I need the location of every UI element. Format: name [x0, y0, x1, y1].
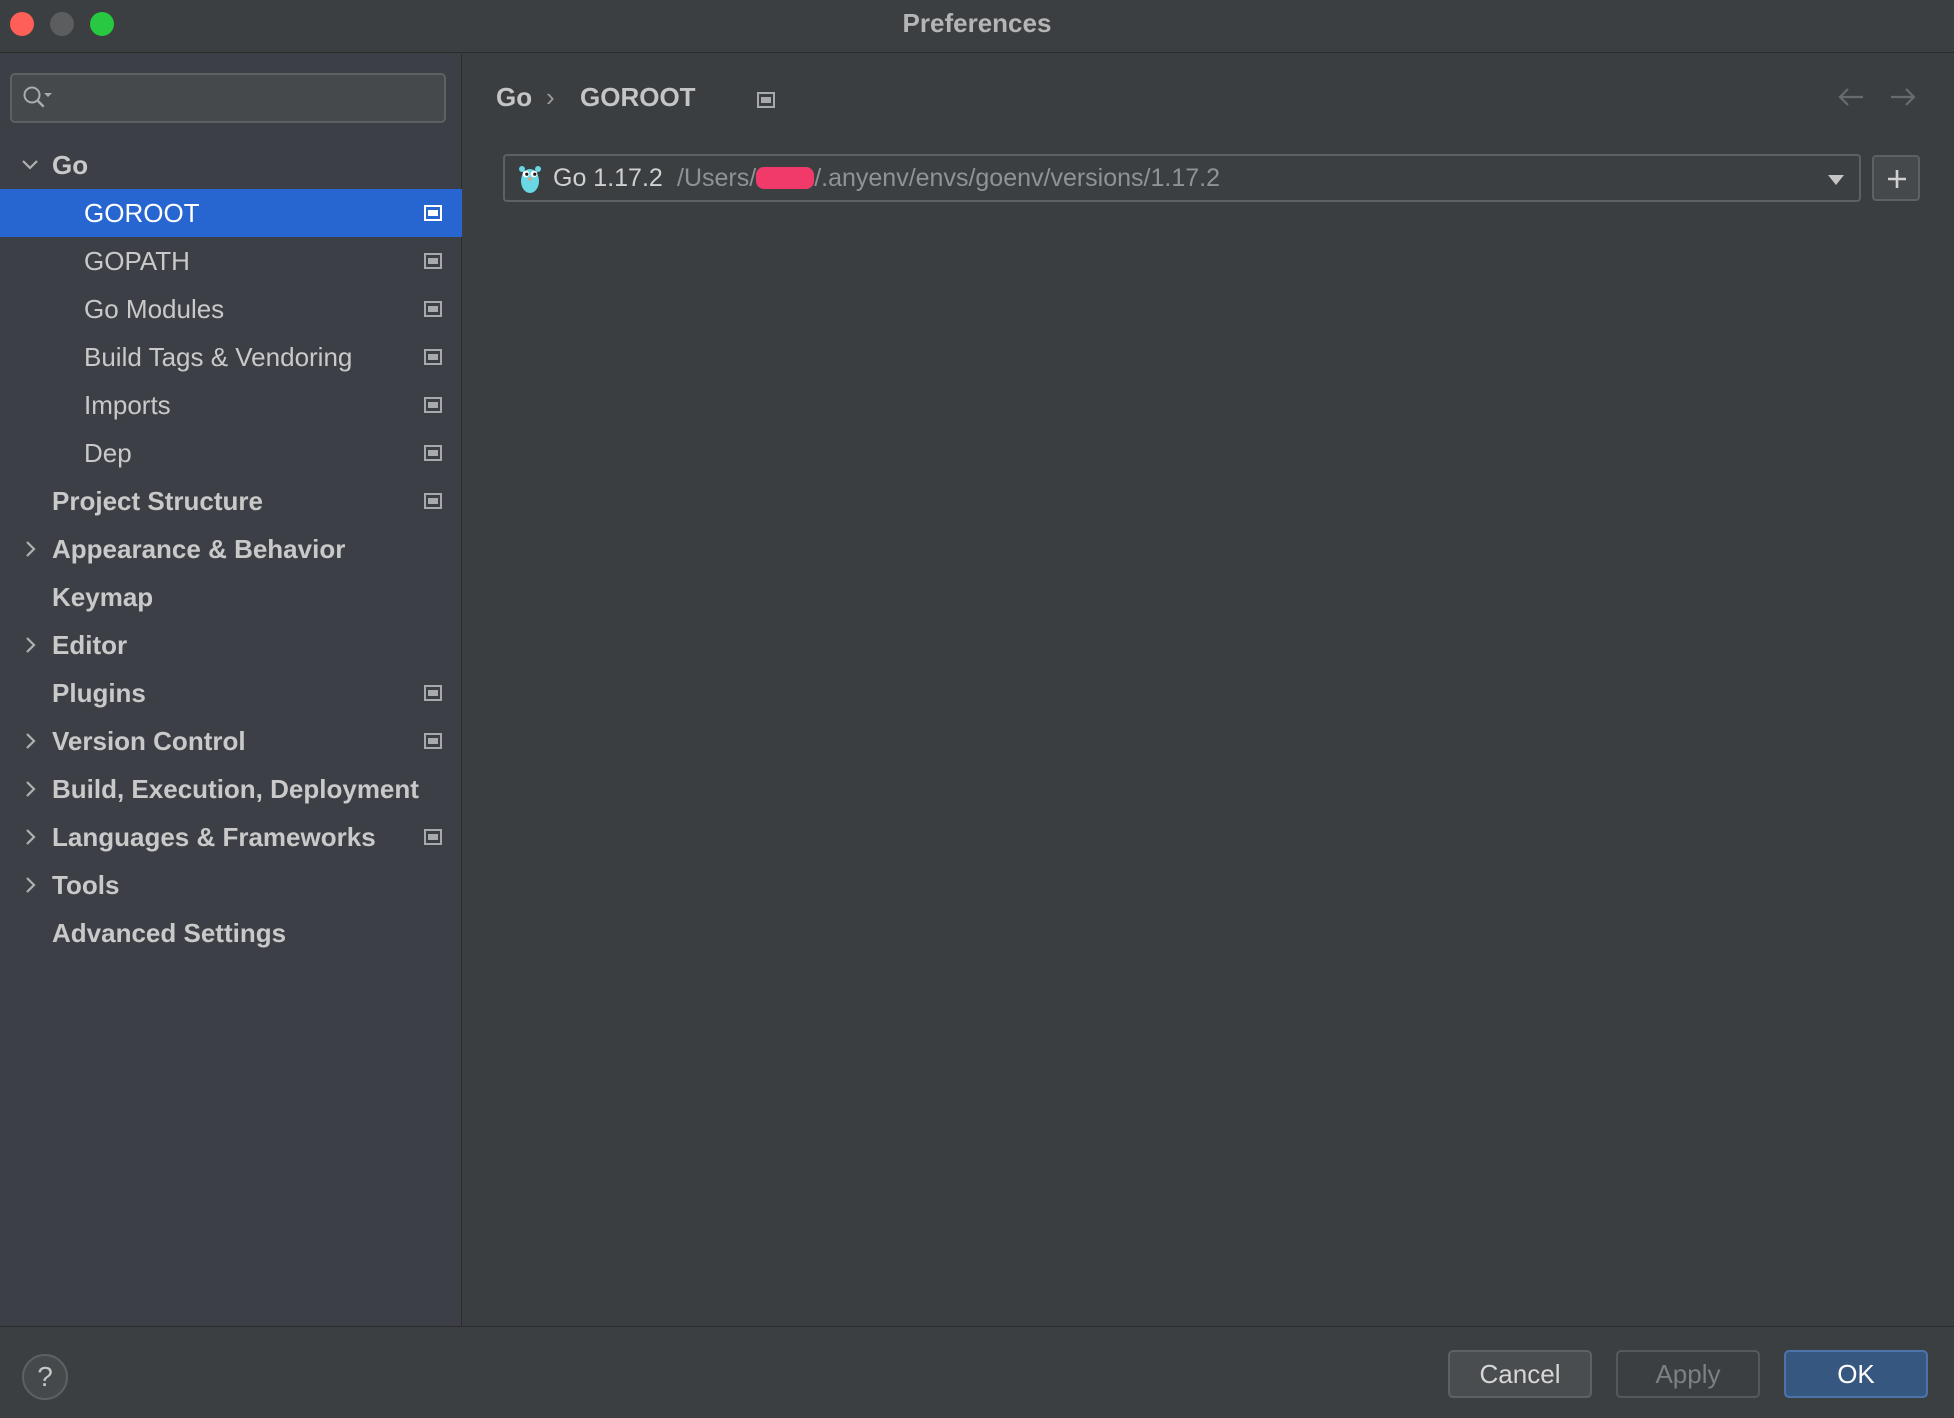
- chevron-right-icon[interactable]: [20, 539, 40, 559]
- tree-item-goroot[interactable]: GOROOT: [0, 189, 462, 237]
- window-title: Preferences: [902, 8, 1052, 38]
- goroot-sdk-dropdown[interactable]: Go 1.17.2 /Users/ /.anyenv/envs/goenv/ver…: [503, 154, 1861, 202]
- sdk-path-suffix: /.anyenv/envs/goenv/versions/1.17.2: [814, 164, 1220, 192]
- tree-item-project-structure[interactable]: Project Structure: [0, 477, 462, 525]
- help-button[interactable]: ?: [22, 1354, 68, 1400]
- chevron-down-icon[interactable]: [20, 155, 40, 175]
- breadcrumb-parent[interactable]: Go: [496, 82, 532, 113]
- chevron-right-icon[interactable]: [20, 779, 40, 799]
- add-sdk-button[interactable]: [1872, 155, 1920, 201]
- tree-item-label: Build Tags & Vendoring: [84, 342, 353, 372]
- tree-item-gopath[interactable]: GOPATH: [0, 237, 462, 285]
- breadcrumb-separator: ›: [546, 82, 555, 112]
- tree-item-editor[interactable]: Editor: [0, 621, 462, 669]
- tree-item-build-tags-vendoring[interactable]: Build Tags & Vendoring: [0, 333, 462, 381]
- tree-item-go[interactable]: Go: [0, 141, 462, 189]
- tree-item-tools[interactable]: Tools: [0, 861, 462, 909]
- tree-item-label: Tools: [52, 870, 120, 900]
- sdk-version-label: Go 1.17.2: [553, 164, 663, 192]
- tree-item-plugins[interactable]: Plugins: [0, 669, 462, 717]
- tree-item-build-execution-deployment[interactable]: Build, Execution, Deployment: [0, 765, 462, 813]
- tree-item-go-modules[interactable]: Go Modules: [0, 285, 462, 333]
- chevron-right-icon[interactable]: [20, 731, 40, 751]
- chevron-down-icon[interactable]: [1827, 174, 1845, 186]
- gopher-icon: [519, 166, 541, 193]
- settings-search-box[interactable]: [10, 73, 446, 123]
- project-level-icon: [424, 397, 442, 413]
- settings-sidebar: Go GOROOT GOPATH Go Modules Build Tags &…: [0, 54, 462, 1326]
- chevron-right-icon[interactable]: [20, 635, 40, 655]
- project-level-icon: [424, 253, 442, 269]
- back-arrow-icon[interactable]: [1835, 82, 1867, 112]
- project-level-icon: [424, 685, 442, 701]
- tree-item-advanced-settings[interactable]: Advanced Settings: [0, 909, 462, 957]
- tree-item-label: Keymap: [52, 582, 154, 612]
- forward-arrow-icon[interactable]: [1887, 82, 1919, 112]
- tree-item-label: Project Structure: [52, 486, 263, 516]
- settings-tree: Go GOROOT GOPATH Go Modules Build Tags &…: [0, 141, 462, 957]
- title-bar: Preferences: [0, 0, 1954, 53]
- tree-item-label: Go: [52, 150, 89, 180]
- tree-item-languages-frameworks[interactable]: Languages & Frameworks: [0, 813, 462, 861]
- sdk-path-label: /Users/ /.anyenv/envs/goenv/versions/1.17…: [677, 164, 1220, 193]
- tree-item-dep[interactable]: Dep: [0, 429, 462, 477]
- chevron-right-icon[interactable]: [20, 875, 40, 895]
- tree-item-version-control[interactable]: Version Control: [0, 717, 462, 765]
- tree-item-label: Build, Execution, Deployment: [52, 774, 419, 804]
- tree-item-label: Appearance & Behavior: [52, 534, 346, 564]
- cancel-button[interactable]: Cancel: [1448, 1350, 1592, 1398]
- search-input[interactable]: [60, 81, 440, 115]
- tree-item-label: Dep: [84, 438, 132, 468]
- tree-item-label: GOROOT: [84, 198, 200, 228]
- project-level-icon: [757, 92, 775, 108]
- sdk-path-prefix: /Users/: [677, 164, 757, 192]
- apply-button[interactable]: Apply: [1616, 1350, 1760, 1398]
- tree-item-label: Version Control: [52, 726, 246, 756]
- search-icon: [23, 86, 52, 108]
- breadcrumb-current: GOROOT: [580, 82, 696, 112]
- tree-item-imports[interactable]: Imports: [0, 381, 462, 429]
- tree-item-appearance-behavior[interactable]: Appearance & Behavior: [0, 525, 462, 573]
- tree-item-label: Advanced Settings: [52, 918, 287, 948]
- project-level-icon: [424, 493, 442, 509]
- project-level-icon: [424, 445, 442, 461]
- preferences-window: Preferences Go GOROOT GOPATH Go Modules …: [0, 0, 1954, 1418]
- plus-icon: [1888, 170, 1906, 188]
- settings-content-pane: Go › GOROOT Go 1.17.2 /Users/ /.anyenv/e…: [463, 54, 1954, 1326]
- tree-item-keymap[interactable]: Keymap: [0, 573, 462, 621]
- tree-item-label: Go Modules: [84, 294, 225, 324]
- chevron-right-icon[interactable]: [20, 827, 40, 847]
- project-level-icon: [424, 301, 442, 317]
- project-level-icon: [424, 205, 442, 221]
- ok-button[interactable]: OK: [1784, 1350, 1928, 1398]
- project-level-icon: [424, 829, 442, 845]
- tree-item-label: Editor: [52, 630, 128, 660]
- tree-item-label: Languages & Frameworks: [52, 822, 376, 852]
- redaction-mark: [756, 167, 815, 189]
- tree-item-label: Plugins: [52, 678, 146, 708]
- tree-item-label: GOPATH: [84, 246, 190, 276]
- project-level-icon: [424, 733, 442, 749]
- dialog-footer: ? Cancel Apply OK: [0, 1326, 1954, 1418]
- project-level-icon: [424, 349, 442, 365]
- tree-item-label: Imports: [84, 390, 171, 420]
